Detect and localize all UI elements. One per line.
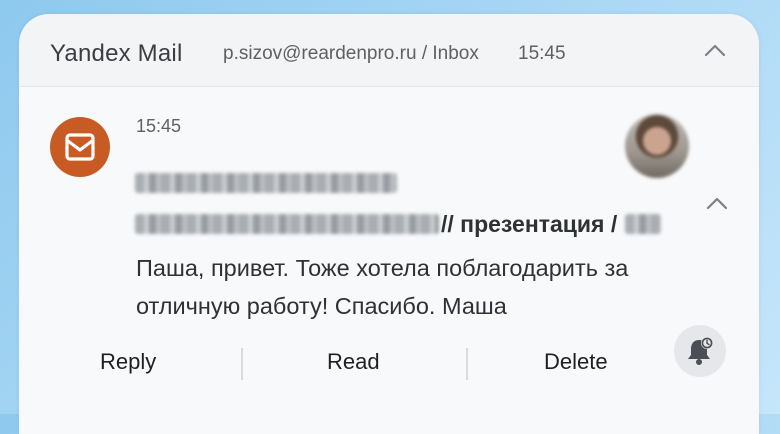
action-bar: Reply Read Delete (19, 335, 719, 391)
mark-read-button[interactable]: Read (327, 349, 380, 375)
subject-line: // презентация / (135, 209, 662, 239)
chevron-up-icon[interactable] (706, 196, 728, 210)
delete-button[interactable]: Delete (544, 349, 608, 375)
app-name: Yandex Mail (50, 40, 183, 67)
sender-name-redacted (135, 173, 397, 193)
divider (466, 348, 468, 380)
message-item[interactable]: 15:45 // презентация / Паша, привет. Тож… (19, 87, 759, 434)
divider (241, 348, 243, 380)
subject-redacted-tail (625, 214, 662, 234)
sender-avatar (625, 114, 689, 178)
message-body: Паша, привет. Тоже хотела поблагодарить … (136, 255, 629, 319)
account-folder: p.sizov@reardenpro.ru / Inbox (223, 43, 479, 64)
notification-card[interactable]: Yandex Mail p.sizov@reardenpro.ru / Inbo… (19, 14, 759, 434)
reply-button[interactable]: Reply (100, 349, 156, 375)
snooze-button[interactable] (674, 325, 726, 377)
message-time: 15:45 (136, 116, 182, 136)
mail-app-icon (50, 117, 110, 177)
subject-text: // презентация / (441, 210, 618, 237)
mail-envelope-icon (65, 133, 95, 161)
notification-header: Yandex Mail p.sizov@reardenpro.ru / Inbo… (19, 14, 759, 87)
chevron-up-icon[interactable] (704, 43, 726, 57)
header-time: 15:45 (518, 43, 566, 64)
bell-snooze-icon (688, 337, 713, 365)
subject-redacted (135, 214, 439, 234)
